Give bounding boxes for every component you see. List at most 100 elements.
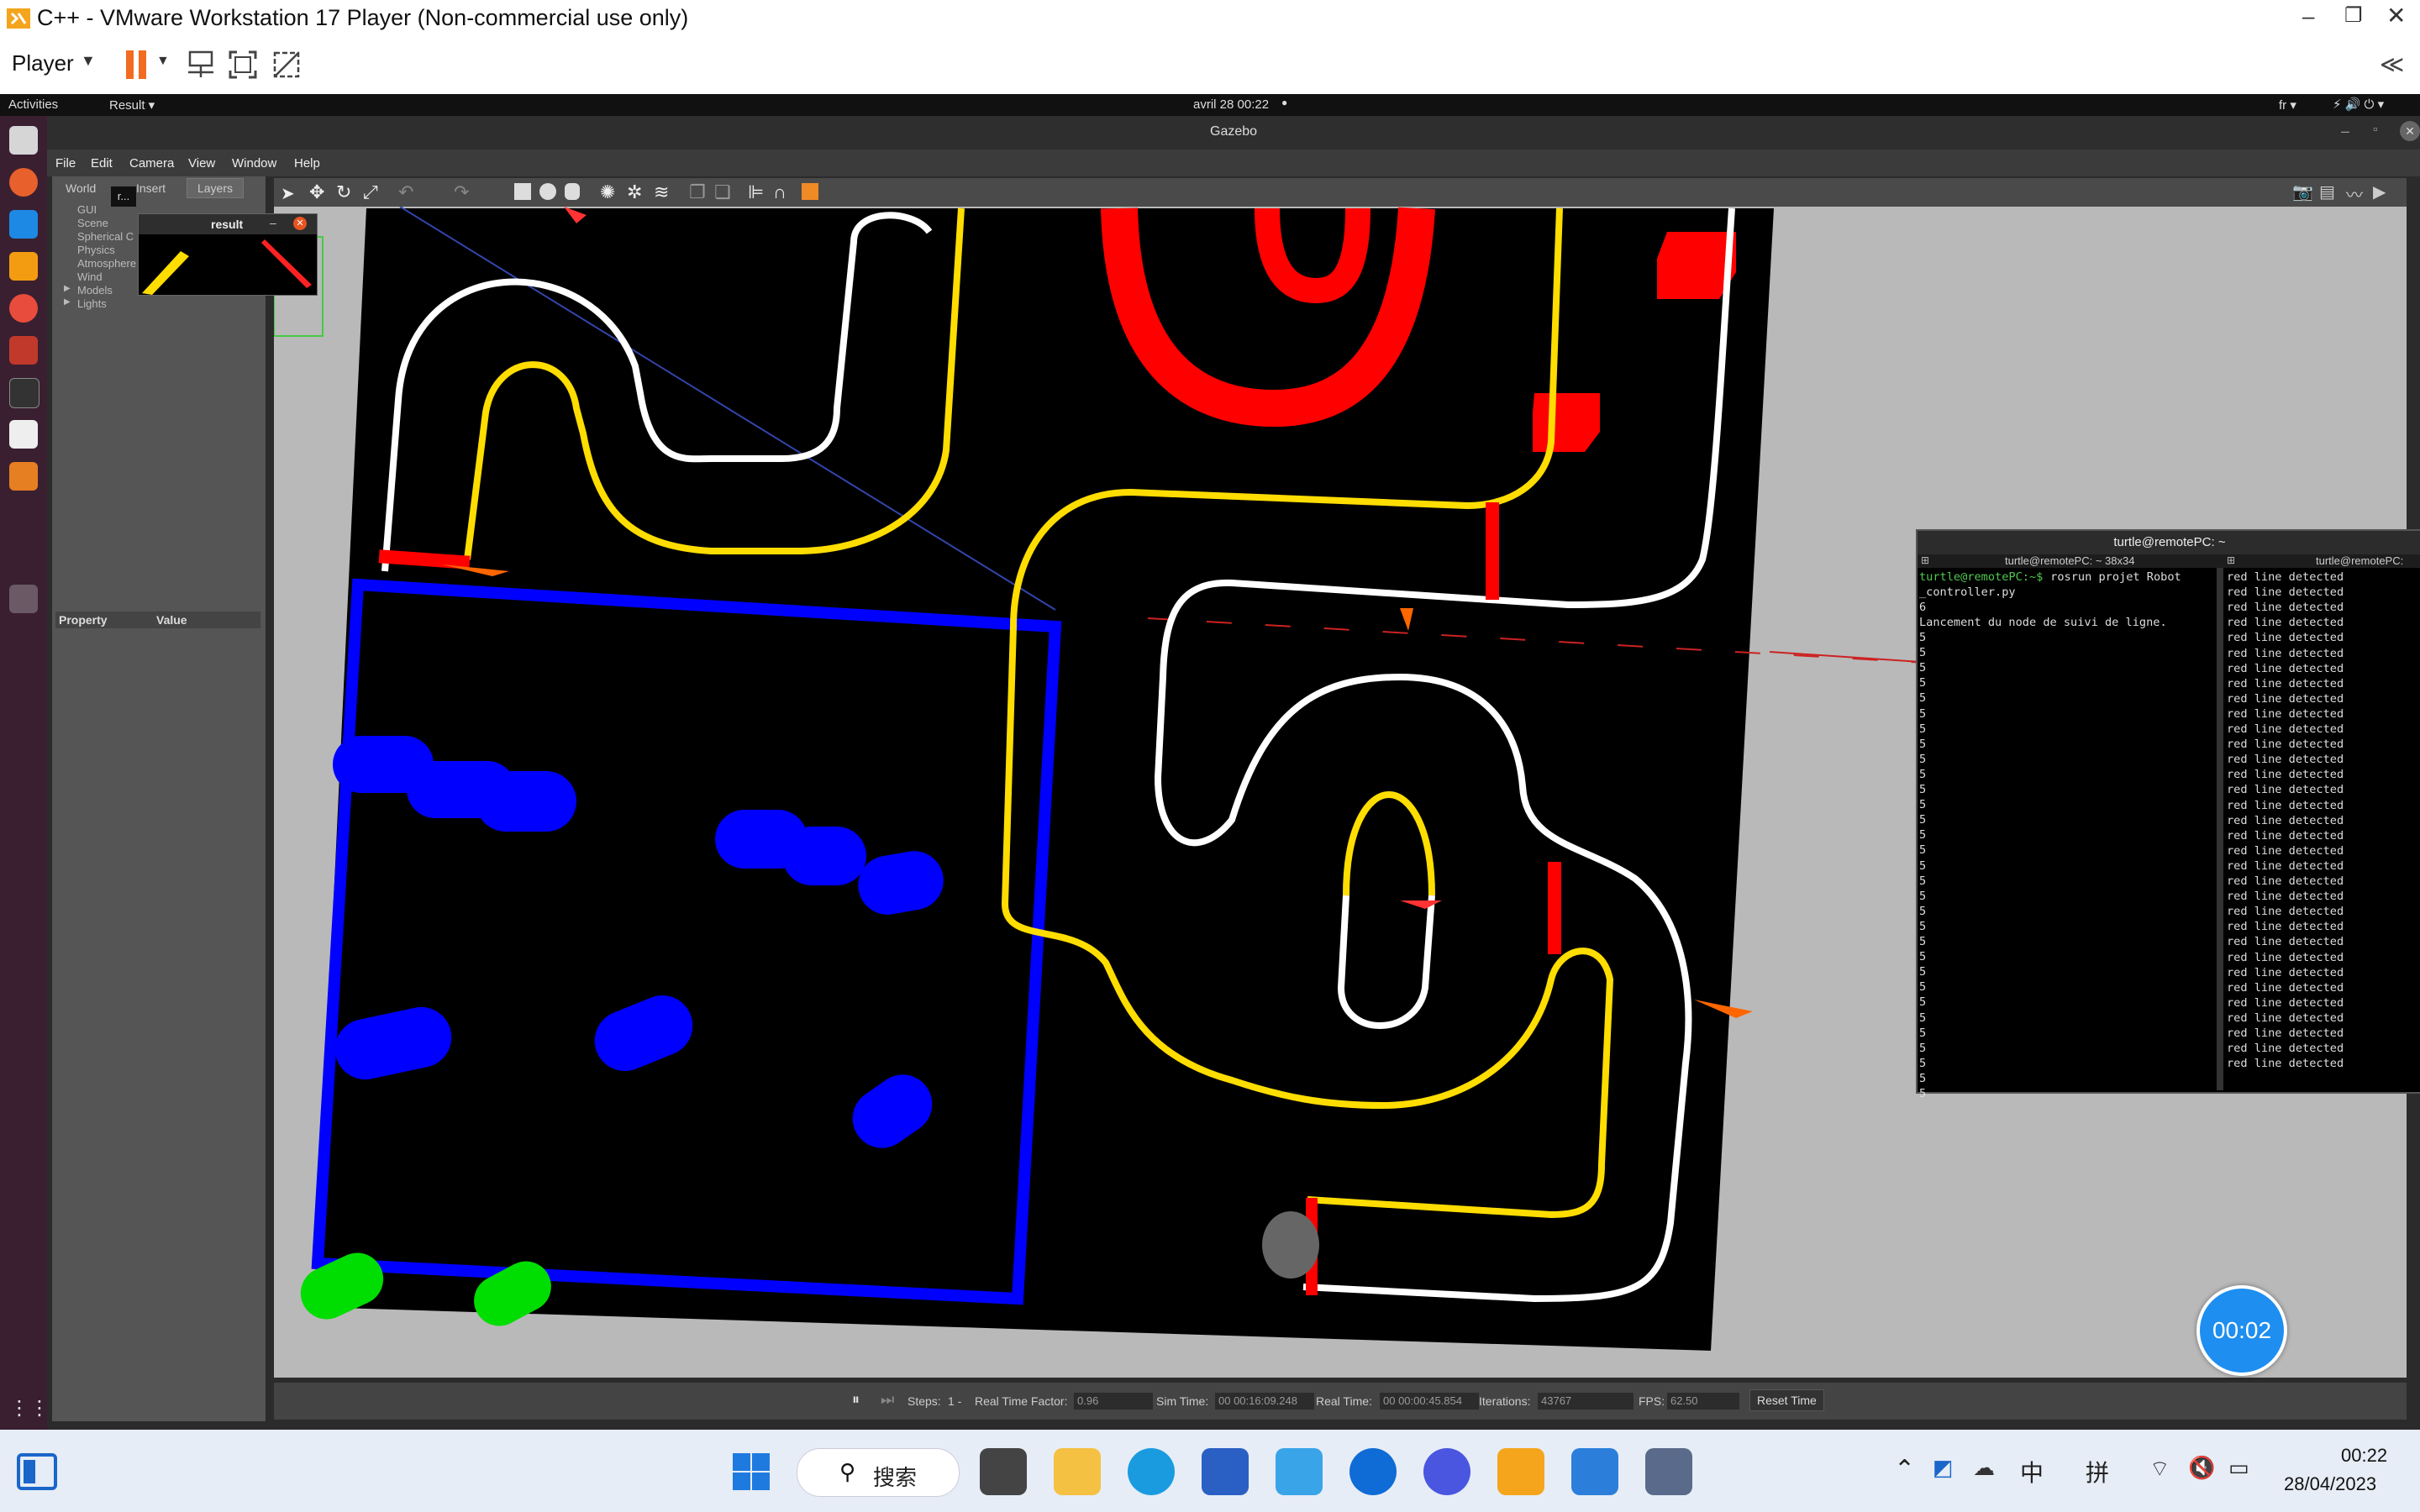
mail-app-icon[interactable] <box>1423 1448 1470 1495</box>
menu-edit[interactable]: Edit <box>91 156 113 171</box>
ie-browser-icon[interactable] <box>1349 1448 1397 1495</box>
tab-insert[interactable]: Insert <box>136 181 166 195</box>
file-explorer-icon[interactable] <box>1054 1448 1101 1495</box>
recording-timer[interactable]: 00:02 <box>2196 1285 2287 1376</box>
cylinder-shape-icon[interactable] <box>565 183 580 200</box>
player-menu-button[interactable]: Player <box>12 50 74 76</box>
tree-item-models[interactable]: Models <box>77 284 113 297</box>
volume-muted-icon[interactable]: 🔇 <box>2188 1455 2215 1481</box>
restore-button[interactable]: ❐ <box>2344 3 2363 28</box>
send-ctrl-alt-del-icon[interactable] <box>185 49 217 81</box>
menu-file[interactable]: File <box>55 156 76 171</box>
pause-sim-icon[interactable]: ⏸ <box>852 1391 860 1409</box>
expand-lights-icon[interactable]: ▶ <box>64 297 71 307</box>
spot-light-icon[interactable]: ✲ <box>627 181 642 203</box>
task-view-icon[interactable] <box>980 1448 1027 1495</box>
tree-item-spherical[interactable]: Spherical C <box>77 230 134 243</box>
result-minimize-icon[interactable]: – <box>270 216 276 229</box>
files-icon[interactable] <box>9 126 38 155</box>
vscode-icon[interactable] <box>9 210 38 239</box>
terminal-icon[interactable] <box>9 378 39 408</box>
select-tool-icon[interactable]: ➤ <box>281 183 295 204</box>
terminal-right-pane[interactable]: red line detected red line detected red li… <box>2225 570 2420 1090</box>
split-icon[interactable]: ⊞ <box>1921 554 1929 566</box>
redo-icon[interactable]: ↷ <box>454 181 469 203</box>
box-shape-icon[interactable] <box>514 183 531 200</box>
menu-camera[interactable]: Camera <box>129 156 174 171</box>
vpn-app-icon[interactable] <box>1276 1448 1323 1495</box>
ime-mode[interactable]: 中 <box>2020 1455 2044 1488</box>
undo-icon[interactable]: ↶ <box>398 181 413 203</box>
sphere-shape-icon[interactable] <box>539 183 556 200</box>
scale-tool-icon[interactable]: ⤢ <box>363 181 378 203</box>
pause-button[interactable] <box>126 50 148 79</box>
tab-layers[interactable]: Layers <box>187 178 244 198</box>
clock[interactable]: avril 28 00:22 <box>1193 97 1269 112</box>
right-pane-tab[interactable]: turtle@remotePC: <box>2316 554 2403 567</box>
result-close-icon[interactable]: ✕ <box>293 217 307 230</box>
record-video-icon[interactable]: ▶ <box>2373 181 2386 202</box>
gazebo-close-icon[interactable]: ✕ <box>2400 121 2420 141</box>
tree-item-scene[interactable]: Scene <box>77 217 108 229</box>
terminal-window[interactable]: turtle@remotePC: ~ ⊞ turtle@remotePC: ~ … <box>1916 529 2420 1100</box>
show-apps-icon[interactable]: ⋮⋮ <box>9 1396 50 1425</box>
plot-icon[interactable]: 〰 <box>2346 181 2363 206</box>
tree-item-physics[interactable]: Physics <box>77 244 115 256</box>
keyboard-layout[interactable]: fr ▾ <box>2279 97 2296 113</box>
monitor-icon[interactable] <box>1645 1448 1692 1495</box>
player-dropdown-icon[interactable]: ▼ <box>81 52 96 70</box>
start-icon[interactable] <box>731 1452 771 1492</box>
copy-icon[interactable]: ❐ <box>689 181 706 203</box>
media-icon[interactable] <box>9 336 38 365</box>
menu-view[interactable]: View <box>188 156 215 171</box>
taskbar-time[interactable]: 00:22 <box>2341 1445 2387 1467</box>
battery-icon[interactable]: ▭ <box>2228 1455 2249 1481</box>
menu-window[interactable]: Window <box>232 156 276 171</box>
system-tray-icon[interactable]: ⚡ 🔊 ⏻ ▾ <box>2333 97 2384 112</box>
step-icon[interactable]: ⏭ <box>881 1391 894 1409</box>
menu-help[interactable]: Help <box>294 156 320 171</box>
steps-value[interactable]: 1 - <box>948 1394 961 1408</box>
paste-icon[interactable]: ❏ <box>714 181 731 203</box>
robot-app-icon[interactable] <box>9 294 38 323</box>
tree-item-gui[interactable]: GUI <box>77 203 97 216</box>
terminal-left-pane[interactable]: turtle@remotePC:~$ rosrun projet Robot _… <box>1918 570 2217 1100</box>
point-light-icon[interactable]: ✺ <box>600 181 615 203</box>
snap-icon[interactable]: ∩ <box>773 181 786 203</box>
reset-time-button[interactable]: Reset Time <box>1749 1389 1824 1411</box>
tab-world[interactable]: World <box>66 181 96 195</box>
expand-models-icon[interactable]: ▶ <box>64 284 71 293</box>
ime-pinyin[interactable]: 拼 <box>2086 1455 2109 1488</box>
text-editor-icon[interactable] <box>9 420 38 449</box>
result-window-icon[interactable] <box>9 585 38 613</box>
vmware-taskbar-icon[interactable] <box>1497 1448 1544 1495</box>
app-menu[interactable]: Result ▾ <box>109 97 155 113</box>
align-icon[interactable]: ⊫ <box>748 181 764 203</box>
rotate-tool-icon[interactable]: ↻ <box>336 181 351 203</box>
sublime-icon[interactable] <box>9 252 38 281</box>
directional-light-icon[interactable]: ≋ <box>654 181 669 203</box>
translate-tool-icon[interactable]: ✥ <box>309 181 324 203</box>
wifi-icon[interactable]: ⌔ <box>2149 1455 2170 1483</box>
close-button[interactable]: ✕ <box>2386 2 2406 29</box>
pane-divider[interactable] <box>2217 568 2223 1090</box>
change-view-icon[interactable] <box>802 183 818 200</box>
log-icon[interactable]: ▤ <box>2319 181 2335 202</box>
cloud-icon[interactable]: ☁ <box>1973 1455 1995 1481</box>
activities-button[interactable]: Activities <box>8 97 58 112</box>
result-partial-tab[interactable]: r... <box>111 186 136 207</box>
collapse-toolbar-button[interactable]: ≪ <box>2380 50 2404 78</box>
edge-icon[interactable] <box>1128 1448 1175 1495</box>
pause-dropdown-icon[interactable]: ▼ <box>156 54 170 69</box>
tree-item-atmosphere[interactable]: Atmosphere <box>77 257 136 270</box>
gazebo-maximize-icon[interactable]: ▫ <box>2373 123 2378 138</box>
firefox-icon[interactable] <box>9 168 38 197</box>
tray-expand-icon[interactable]: ⌃ <box>1894 1455 1915 1484</box>
gazebo-minimize-icon[interactable]: – <box>2341 123 2349 140</box>
unity-mode-icon[interactable] <box>271 49 302 81</box>
taskbar-date[interactable]: 28/04/2023 <box>2284 1473 2376 1495</box>
security-icon[interactable] <box>1571 1448 1618 1495</box>
widgets-icon[interactable] <box>17 1453 57 1490</box>
app-tray-icon[interactable]: ◩ <box>1933 1455 1954 1481</box>
tree-item-wind[interactable]: Wind <box>77 270 103 283</box>
